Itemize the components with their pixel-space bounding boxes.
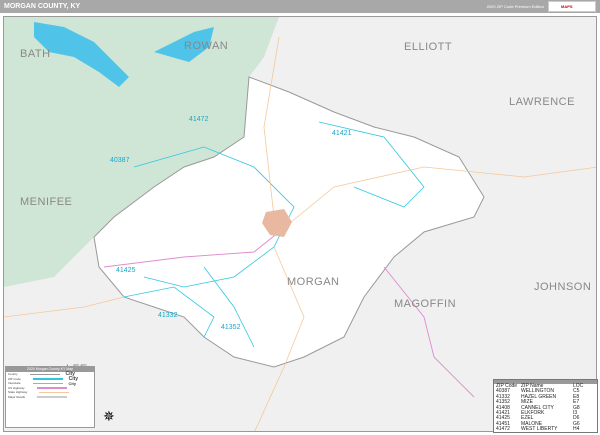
county-label: ROWAN <box>184 40 228 52</box>
zip-code-table: ZIP Code ZIP Name LOC 40387 WELLINGTON C5 413… <box>493 379 598 433</box>
zip-label: 41421 <box>332 130 352 137</box>
table-cell: 41472 <box>496 426 510 433</box>
zip-label: 41472 <box>189 116 209 123</box>
zip-label: 41332 <box>158 312 178 319</box>
county-label: MAGOFFIN <box>394 298 456 310</box>
county-label: JOHNSON <box>534 281 591 293</box>
county-label: MENIFEE <box>20 196 72 208</box>
county-label: BATH <box>20 48 51 60</box>
legend-item: Major Roads <box>6 395 94 400</box>
table-row: 41472 WEST LIBERTY H4 <box>494 426 597 433</box>
zip-label: 41352 <box>221 324 241 331</box>
zip-label: 40387 <box>110 157 130 164</box>
zip-label: 41425 <box>116 267 136 274</box>
county-label: LAWRENCE <box>509 96 575 108</box>
publisher-logo: MAPS <box>548 1 596 12</box>
map-title: MORGAN COUNTY, KY <box>4 3 81 10</box>
county-label: ELLIOTT <box>404 41 452 53</box>
table-cell: H4 <box>573 426 580 433</box>
edition-label: 2020 ZIP Code Premium Edition <box>486 4 544 9</box>
compass-rose-icon: ✵ <box>103 408 115 424</box>
table-cell: WEST LIBERTY <box>521 426 558 433</box>
map-legend: 2020 Morgan County KY Map County City ZIP… <box>5 366 95 428</box>
county-label: MORGAN <box>287 276 340 288</box>
